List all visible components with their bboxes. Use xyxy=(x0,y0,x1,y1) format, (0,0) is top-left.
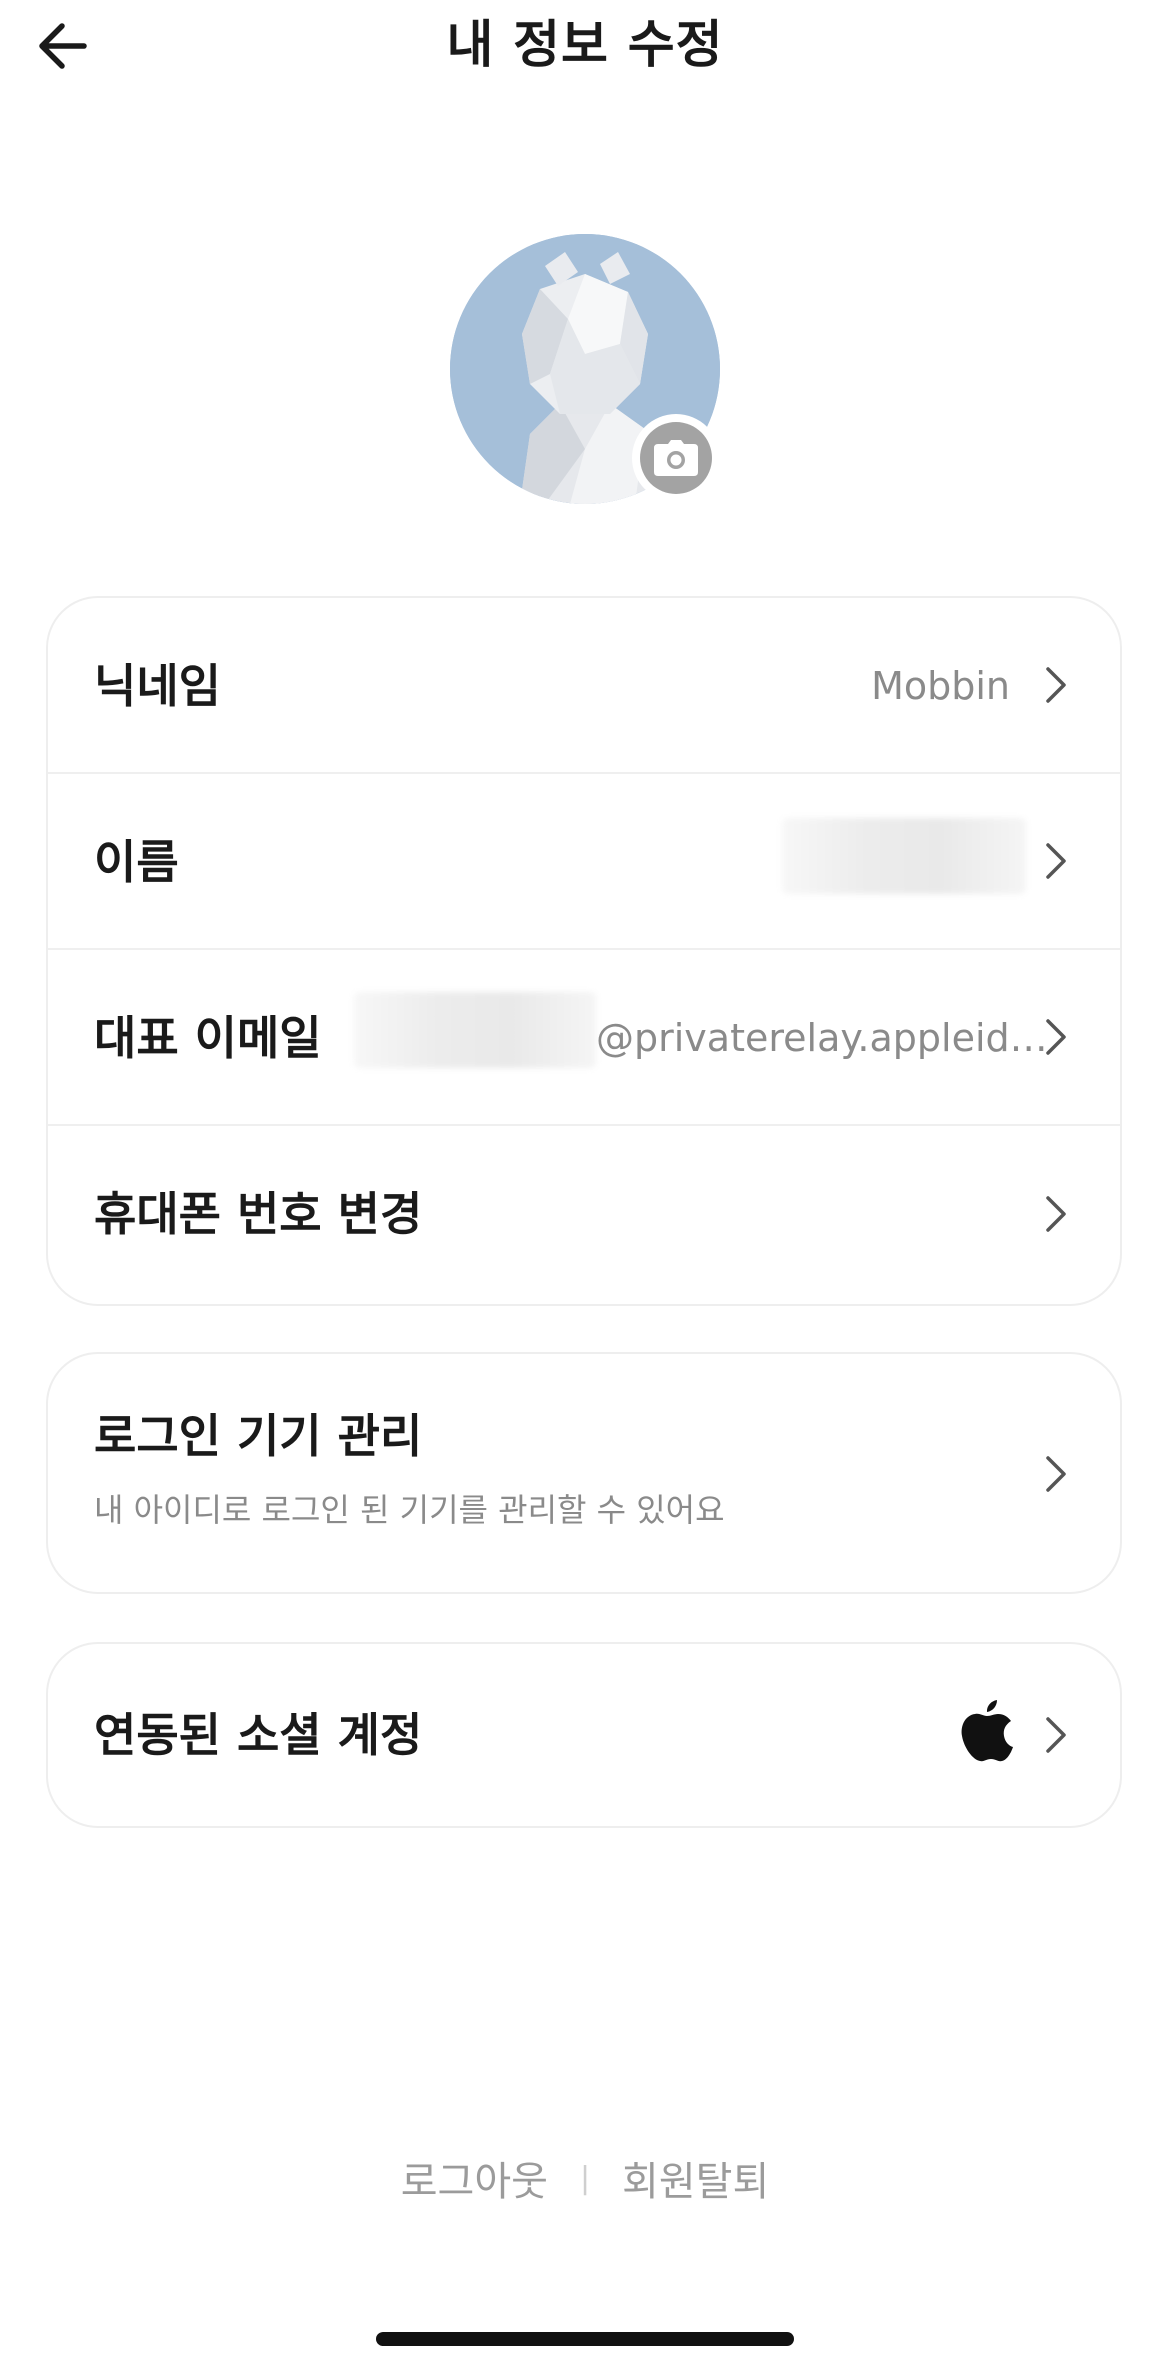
social-account-label: 연동된 소셜 계정 xyxy=(94,1708,423,1762)
phone-change-row[interactable]: 휴대폰 번호 변경 xyxy=(48,1126,1120,1302)
avatar-section xyxy=(450,234,720,504)
home-indicator xyxy=(376,2332,794,2346)
header: 내 정보 수정 xyxy=(0,0,1170,92)
name-label: 이름 xyxy=(94,835,179,889)
withdraw-link[interactable]: 회원탈퇴 xyxy=(622,2149,769,2207)
logout-link[interactable]: 로그아웃 xyxy=(401,2149,548,2207)
nickname-value: Mobbin xyxy=(871,664,1010,708)
footer-links: 로그아웃 | 회원탈퇴 xyxy=(0,2148,1170,2208)
social-account-row[interactable]: 연동된 소셜 계정 xyxy=(48,1644,1120,1826)
chevron-right-icon xyxy=(1046,1196,1066,1232)
nickname-row[interactable]: 닉네임 Mobbin xyxy=(48,598,1120,774)
change-photo-button[interactable] xyxy=(632,414,720,502)
camera-icon xyxy=(654,440,698,476)
email-value: @privaterelay.appleid… xyxy=(596,1016,1048,1060)
name-row[interactable]: 이름 xyxy=(48,774,1120,950)
login-devices-card[interactable]: 로그인 기기 관리 내 아이디로 로그인 된 기기를 관리할 수 있어요 xyxy=(46,1352,1122,1594)
name-value-redacted xyxy=(782,818,1026,894)
footer-separator: | xyxy=(579,2160,591,2196)
login-devices-description: 내 아이디로 로그인 된 기기를 관리할 수 있어요 xyxy=(94,1491,725,1529)
chevron-right-icon xyxy=(1046,1456,1066,1492)
apple-icon xyxy=(961,1700,1013,1762)
chevron-right-icon xyxy=(1046,843,1066,879)
email-row[interactable]: 대표 이메일 @privaterelay.appleid… xyxy=(48,950,1120,1126)
chevron-right-icon xyxy=(1046,1019,1066,1055)
social-account-card: 연동된 소셜 계정 xyxy=(46,1642,1122,1828)
email-label: 대표 이메일 xyxy=(94,1011,322,1065)
chevron-right-icon xyxy=(1046,667,1066,703)
login-devices-title: 로그인 기기 관리 xyxy=(94,1409,423,1463)
email-local-part-redacted xyxy=(354,992,596,1068)
chevron-right-icon xyxy=(1046,1717,1066,1753)
phone-change-label: 휴대폰 번호 변경 xyxy=(94,1187,423,1241)
profile-card: 닉네임 Mobbin 이름 대표 이메일 @privaterelay.apple… xyxy=(46,596,1122,1306)
page-title: 내 정보 수정 xyxy=(446,16,724,75)
nickname-label: 닉네임 xyxy=(94,659,221,713)
